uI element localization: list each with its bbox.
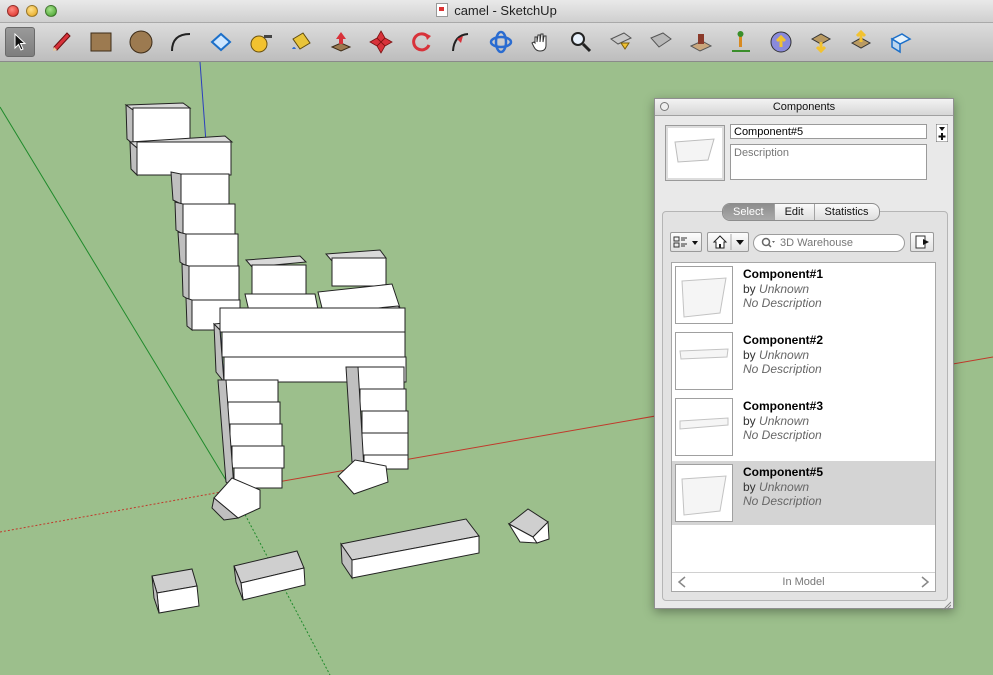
component-author: Unknown — [759, 414, 810, 428]
extension-warehouse-icon[interactable] — [886, 27, 916, 57]
toggle-terrain-icon[interactable] — [726, 27, 756, 57]
panel-tabs: Select Edit Statistics — [722, 203, 880, 221]
component-name: Component#5 — [743, 465, 824, 479]
follow-me-icon[interactable] — [446, 27, 476, 57]
list-footer: In Model — [672, 572, 935, 591]
push-pull-icon[interactable] — [326, 27, 356, 57]
component-author: Unknown — [759, 348, 810, 362]
author-prefix: by — [743, 414, 756, 428]
main-toolbar — [0, 23, 993, 62]
author-prefix: by — [743, 282, 756, 296]
select-tool-icon[interactable] — [5, 27, 35, 57]
component-thumbnail — [675, 398, 733, 456]
author-prefix: by — [743, 480, 756, 494]
component-name: Component#1 — [743, 267, 824, 281]
component-description: No Description — [743, 362, 822, 376]
component-description-field[interactable]: Description — [730, 144, 927, 180]
pan-icon[interactable] — [526, 27, 556, 57]
warehouse-search-input[interactable]: 3D Warehouse — [753, 234, 905, 252]
panel-title: Components — [772, 101, 836, 113]
loose-components — [151, 508, 550, 614]
tab-select[interactable]: Select — [723, 204, 775, 220]
zoom-extents-icon[interactable] — [606, 27, 636, 57]
add-location-icon[interactable] — [686, 27, 716, 57]
red-axis-dotted — [0, 489, 233, 533]
navigation-home-button[interactable] — [707, 232, 749, 252]
components-list: Component#1 by Unknown No Description Co… — [671, 262, 936, 592]
component-thumbnail — [675, 332, 733, 390]
get-models-icon[interactable] — [766, 27, 796, 57]
document-icon — [436, 3, 449, 17]
component-name: Component#3 — [743, 399, 824, 413]
show-secondary-pane-button[interactable] — [910, 232, 934, 252]
component-thumbnail — [675, 266, 733, 324]
rotate-icon[interactable] — [406, 27, 436, 57]
search-icon — [761, 237, 775, 254]
camel-model — [124, 102, 409, 521]
arc-tool-icon[interactable] — [166, 27, 196, 57]
list-item[interactable]: Component#1 by Unknown No Description — [672, 263, 935, 327]
component-thumbnail — [675, 464, 733, 522]
share-component-icon[interactable] — [846, 27, 876, 57]
list-item[interactable]: Component#2 by Unknown No Description — [672, 329, 935, 393]
list-item[interactable]: Component#3 by Unknown No Description — [672, 395, 935, 459]
move-icon[interactable] — [366, 27, 396, 57]
component-author: Unknown — [759, 282, 810, 296]
make-component-icon[interactable] — [206, 27, 236, 57]
view-options-button[interactable] — [670, 232, 702, 252]
orbit-icon[interactable] — [486, 27, 516, 57]
component-description: No Description — [743, 428, 822, 442]
author-prefix: by — [743, 348, 756, 362]
search-placeholder: 3D Warehouse — [780, 237, 853, 249]
component-name: Component#2 — [743, 333, 824, 347]
panel-close-button[interactable] — [660, 102, 669, 111]
component-description: No Description — [743, 494, 822, 508]
back-arrow-icon[interactable] — [676, 573, 688, 597]
components-panel: Components Component#5 Description Selec… — [654, 98, 954, 611]
paint-bucket-icon[interactable] — [286, 27, 316, 57]
share-model-icon[interactable] — [806, 27, 836, 57]
component-description: No Description — [743, 296, 822, 310]
collection-label: In Model — [782, 576, 825, 588]
circle-tool-icon[interactable] — [126, 27, 156, 57]
component-preview — [665, 125, 725, 181]
resize-grip-icon[interactable] — [942, 597, 952, 611]
forward-arrow-icon[interactable] — [919, 573, 931, 597]
details-menu-button[interactable] — [935, 123, 949, 143]
window-title: camel - SketchUp — [454, 3, 557, 18]
pencil-tool-icon[interactable] — [46, 27, 76, 57]
title-bar: camel - SketchUp — [0, 0, 993, 23]
component-name-field[interactable]: Component#5 — [730, 124, 927, 139]
previous-view-icon[interactable] — [646, 27, 676, 57]
component-author: Unknown — [759, 480, 810, 494]
zoom-icon[interactable] — [566, 27, 596, 57]
tape-measure-icon[interactable] — [246, 27, 276, 57]
tab-statistics[interactable]: Statistics — [815, 204, 879, 220]
list-item-selected[interactable]: Component#5 by Unknown No Description — [672, 461, 935, 525]
rectangle-tool-icon[interactable] — [86, 27, 116, 57]
tab-edit[interactable]: Edit — [775, 204, 815, 220]
